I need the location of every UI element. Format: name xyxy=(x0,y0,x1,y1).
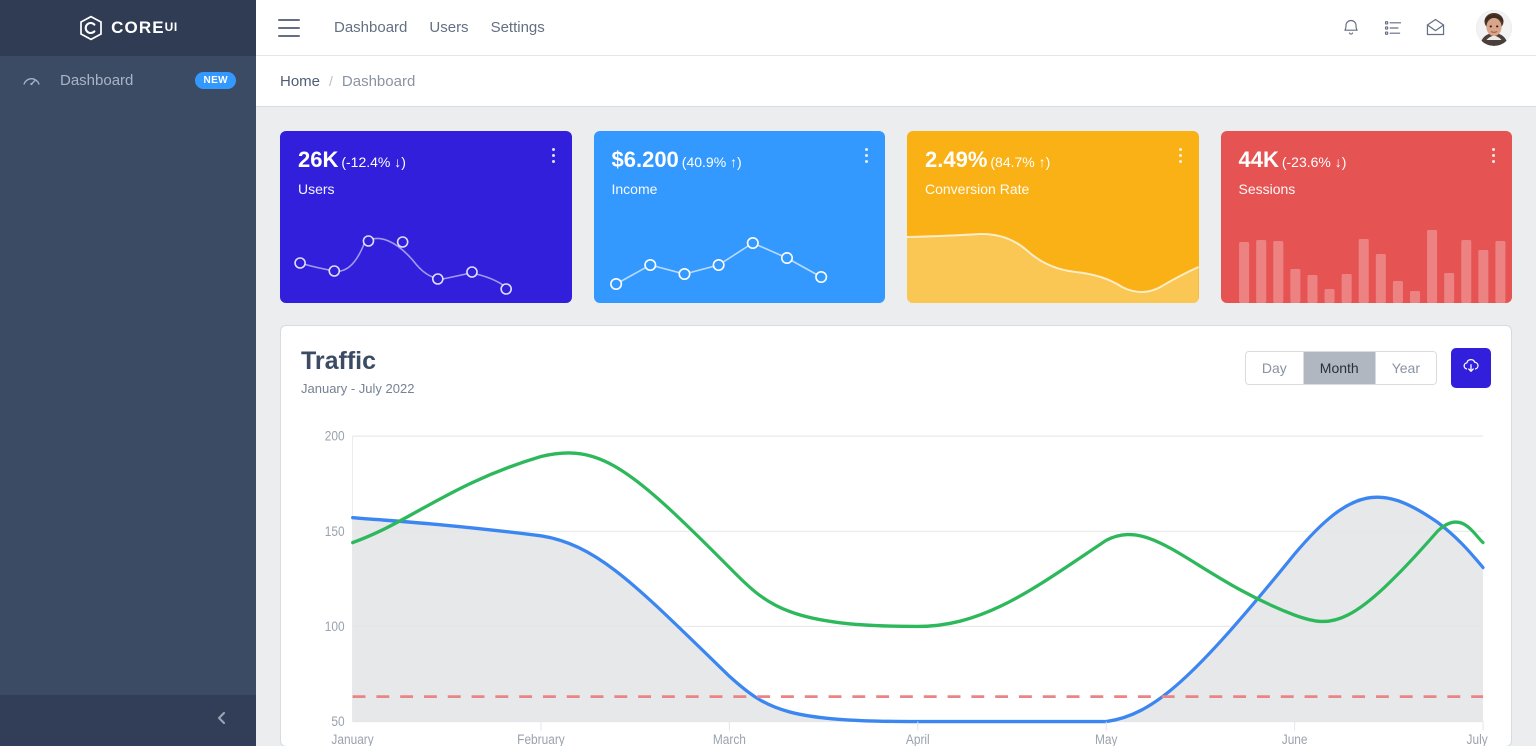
range-button-month[interactable]: Month xyxy=(1303,352,1376,384)
app-root: COREUI Dashboard NEW Dashboard Users Set… xyxy=(0,0,1536,746)
stat-card-sessions-header: 44K (-23.6% ↓) Sessions xyxy=(1221,131,1513,197)
list-icon[interactable] xyxy=(1383,18,1403,38)
svg-text:100: 100 xyxy=(325,618,345,634)
chart-y-ticks: 200 150 100 50 xyxy=(325,427,345,728)
envelope-icon[interactable] xyxy=(1425,17,1446,38)
cloud-download-icon xyxy=(1461,356,1481,381)
page-content: 26K (-12.4% ↓) Users $6.200 (40.9% ↑) In… xyxy=(256,107,1536,746)
stat-card-menu-icon[interactable] xyxy=(862,145,871,166)
stat-card-users[interactable]: 26K (-12.4% ↓) Users xyxy=(280,131,572,303)
range-button-group: Day Month Year xyxy=(1244,351,1437,385)
stat-card-conversion-rate[interactable]: 2.49% (84.7% ↑) Conversion Rate xyxy=(907,131,1199,303)
svg-text:January: January xyxy=(331,731,374,746)
breadcrumb-current: Dashboard xyxy=(341,72,416,90)
speedometer-icon xyxy=(20,69,42,91)
traffic-title: Traffic xyxy=(301,347,377,375)
stat-card-sessions[interactable]: 44K (-23.6% ↓) Sessions xyxy=(1220,131,1513,303)
svg-text:150: 150 xyxy=(325,523,345,539)
stat-card-conversion-header: 2.49% (84.7% ↑) Conversion Rate xyxy=(907,131,1199,197)
stat-card-sessions-title: Sessions xyxy=(1238,181,1296,198)
stat-card-conversion-delta: (84.7% ↑) xyxy=(990,154,1051,170)
download-button[interactable] xyxy=(1451,348,1491,388)
svg-text:50: 50 xyxy=(331,713,344,729)
sidebar-item-label: Dashboard xyxy=(60,71,134,89)
breadcrumb-home[interactable]: Home xyxy=(280,73,320,90)
svg-text:July: July xyxy=(1467,731,1489,746)
stat-card-income[interactable]: $6.200 (40.9% ↑) Income xyxy=(593,131,886,303)
stat-cards-row: 26K (-12.4% ↓) Users $6.200 (40.9% ↑) In… xyxy=(280,131,1512,303)
svg-text:March: March xyxy=(713,731,746,746)
stat-card-menu-icon[interactable] xyxy=(549,145,558,166)
svg-text:June: June xyxy=(1282,731,1308,746)
stat-card-users-value: 26K (-12.4% ↓) xyxy=(298,147,406,172)
breadcrumb: Home / Dashboard xyxy=(256,56,1536,107)
traffic-line-chart: 200 150 100 50 January February March Ap… xyxy=(301,418,1491,746)
nav-users[interactable]: Users xyxy=(429,19,468,36)
stat-card-sessions-delta: (-23.6% ↓) xyxy=(1281,154,1347,170)
traffic-card: Traffic January - July 2022 Day Month Ye… xyxy=(280,325,1512,746)
stat-card-menu-icon[interactable] xyxy=(1176,145,1185,166)
stat-card-income-value: $6.200 (40.9% ↑) xyxy=(611,147,742,172)
svg-text:February: February xyxy=(517,731,565,746)
brand-text: COREUI xyxy=(111,18,178,37)
range-button-year[interactable]: Year xyxy=(1375,352,1436,384)
stat-card-income-header: $6.200 (40.9% ↑) Income xyxy=(594,131,886,197)
stat-card-conversion-areachart xyxy=(907,217,1199,303)
chevron-left-icon xyxy=(214,710,230,731)
stat-card-conversion-value: 2.49% (84.7% ↑) xyxy=(925,147,1051,172)
stat-card-sessions-barchart xyxy=(1221,217,1513,303)
header-nav: Dashboard Users Settings xyxy=(334,19,545,36)
chart-x-ticks: January February March April May June Ju… xyxy=(331,721,1488,746)
traffic-subtitle: January - July 2022 xyxy=(301,380,415,396)
main-area: Dashboard Users Settings Home / Dashboar… xyxy=(256,0,1536,746)
top-header: Dashboard Users Settings xyxy=(256,0,1536,56)
stat-card-income-delta: (40.9% ↑) xyxy=(681,154,742,170)
stat-card-conversion-title: Conversion Rate xyxy=(925,181,1030,198)
stat-card-income-title: Income xyxy=(611,181,658,198)
svg-text:200: 200 xyxy=(325,427,345,443)
stat-card-users-sparkline xyxy=(280,217,572,303)
sidebar-nav: Dashboard NEW xyxy=(0,56,256,695)
user-avatar[interactable] xyxy=(1476,9,1512,46)
traffic-title-block: Traffic January - July 2022 xyxy=(301,347,415,396)
breadcrumb-separator: / xyxy=(329,73,333,89)
bell-icon[interactable] xyxy=(1341,18,1361,38)
nav-dashboard[interactable]: Dashboard xyxy=(334,19,407,36)
range-button-day[interactable]: Day xyxy=(1245,352,1304,384)
svg-text:April: April xyxy=(906,731,930,746)
stat-card-income-sparkline xyxy=(594,217,886,303)
nav-settings[interactable]: Settings xyxy=(491,19,545,36)
header-actions xyxy=(1341,9,1512,46)
stat-card-sessions-value: 44K (-23.6% ↓) xyxy=(1238,147,1347,172)
sidebar-brand[interactable]: COREUI xyxy=(0,0,256,56)
sidebar: COREUI Dashboard NEW xyxy=(0,0,256,746)
hamburger-menu-icon[interactable] xyxy=(278,18,300,37)
traffic-actions: Day Month Year xyxy=(1244,348,1491,388)
stat-card-menu-icon[interactable] xyxy=(1489,145,1498,166)
sidebar-collapse-button[interactable] xyxy=(0,695,256,746)
stat-card-users-title: Users xyxy=(298,181,335,198)
stat-card-users-header: 26K (-12.4% ↓) Users xyxy=(280,131,572,197)
sidebar-item-dashboard[interactable]: Dashboard NEW xyxy=(0,56,256,104)
coreui-hexagon-logo xyxy=(78,15,104,41)
svg-text:May: May xyxy=(1095,731,1118,746)
brand-mark: COREUI xyxy=(78,15,178,41)
stat-card-users-delta: (-12.4% ↓) xyxy=(341,154,406,170)
sidebar-item-badge: NEW xyxy=(195,71,236,89)
traffic-header: Traffic January - July 2022 Day Month Ye… xyxy=(301,347,1491,396)
